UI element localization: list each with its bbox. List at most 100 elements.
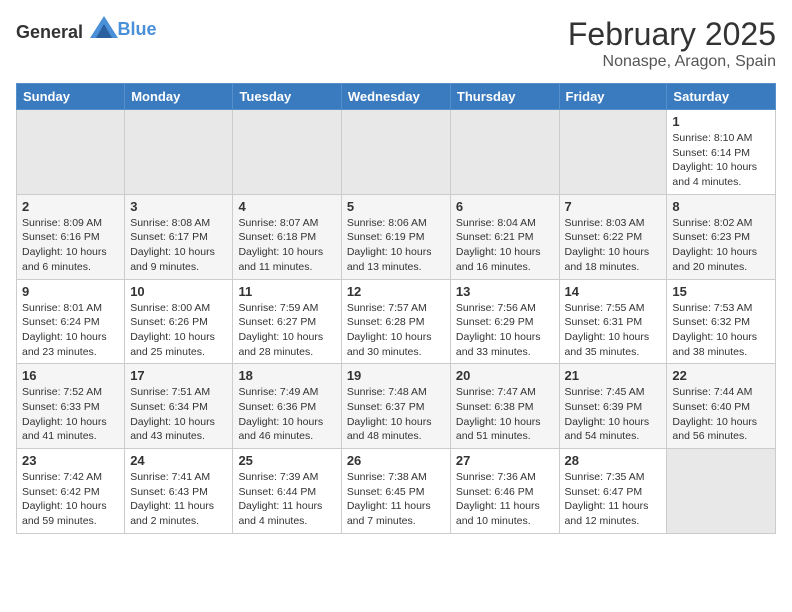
day-number: 13 (456, 284, 554, 299)
day-info: Sunrise: 8:00 AM Sunset: 6:26 PM Dayligh… (130, 301, 227, 360)
weekday-header: Saturday (667, 84, 776, 110)
day-number: 14 (565, 284, 662, 299)
day-number: 7 (565, 199, 662, 214)
calendar-cell: 21 Sunrise: 7:45 AM Sunset: 6:39 PM Dayli… (559, 364, 667, 449)
day-info: Sunrise: 7:38 AM Sunset: 6:45 PM Dayligh… (347, 470, 445, 529)
calendar-cell (559, 110, 667, 195)
calendar-cell (125, 110, 233, 195)
calendar-cell: 10 Sunrise: 8:00 AM Sunset: 6:26 PM Dayli… (125, 279, 233, 364)
day-info: Sunrise: 7:48 AM Sunset: 6:37 PM Dayligh… (347, 385, 445, 444)
logo: General Blue (16, 16, 157, 43)
calendar-cell: 1 Sunrise: 8:10 AM Sunset: 6:14 PM Daylig… (667, 110, 776, 195)
calendar-cell: 7 Sunrise: 8:03 AM Sunset: 6:22 PM Daylig… (559, 194, 667, 279)
day-number: 11 (238, 284, 335, 299)
calendar-cell: 16 Sunrise: 7:52 AM Sunset: 6:33 PM Dayli… (17, 364, 125, 449)
calendar-header-row: SundayMondayTuesdayWednesdayThursdayFrid… (17, 84, 776, 110)
logo-icon (90, 16, 118, 38)
day-info: Sunrise: 7:39 AM Sunset: 6:44 PM Dayligh… (238, 470, 335, 529)
location-subtitle: Nonaspe, Aragon, Spain (568, 53, 776, 71)
day-number: 1 (672, 114, 770, 129)
day-info: Sunrise: 7:44 AM Sunset: 6:40 PM Dayligh… (672, 385, 770, 444)
day-info: Sunrise: 7:35 AM Sunset: 6:47 PM Dayligh… (565, 470, 662, 529)
calendar-table: SundayMondayTuesdayWednesdayThursdayFrid… (16, 83, 776, 534)
calendar-cell: 8 Sunrise: 8:02 AM Sunset: 6:23 PM Daylig… (667, 194, 776, 279)
calendar-cell: 19 Sunrise: 7:48 AM Sunset: 6:37 PM Dayli… (341, 364, 450, 449)
logo-general: General (16, 22, 83, 42)
calendar-cell: 25 Sunrise: 7:39 AM Sunset: 6:44 PM Dayli… (233, 449, 341, 534)
weekday-header: Thursday (450, 84, 559, 110)
calendar-cell: 9Sunrise: 8:01 AM Sunset: 6:24 PM Daylig… (17, 279, 125, 364)
weekday-header: Sunday (17, 84, 125, 110)
calendar-cell: 20 Sunrise: 7:47 AM Sunset: 6:38 PM Dayli… (450, 364, 559, 449)
calendar-cell (667, 449, 776, 534)
calendar-cell (450, 110, 559, 195)
calendar-cell (17, 110, 125, 195)
calendar-week-row: 16 Sunrise: 7:52 AM Sunset: 6:33 PM Dayli… (17, 364, 776, 449)
day-number: 15 (672, 284, 770, 299)
title-block: February 2025 Nonaspe, Aragon, Spain (568, 16, 776, 71)
month-year-title: February 2025 (568, 16, 776, 53)
day-number: 18 (238, 368, 335, 383)
day-number: 23 (22, 453, 119, 468)
calendar-cell: 3 Sunrise: 8:08 AM Sunset: 6:17 PM Daylig… (125, 194, 233, 279)
day-number: 6 (456, 199, 554, 214)
day-number: 10 (130, 284, 227, 299)
calendar-cell: 2 Sunrise: 8:09 AM Sunset: 6:16 PM Daylig… (17, 194, 125, 279)
day-number: 22 (672, 368, 770, 383)
calendar-cell (341, 110, 450, 195)
weekday-header: Monday (125, 84, 233, 110)
day-number: 25 (238, 453, 335, 468)
day-info: Sunrise: 8:08 AM Sunset: 6:17 PM Dayligh… (130, 216, 227, 275)
day-info: Sunrise: 7:53 AM Sunset: 6:32 PM Dayligh… (672, 301, 770, 360)
day-info: Sunrise: 7:52 AM Sunset: 6:33 PM Dayligh… (22, 385, 119, 444)
day-info: Sunrise: 7:47 AM Sunset: 6:38 PM Dayligh… (456, 385, 554, 444)
calendar-week-row: 23 Sunrise: 7:42 AM Sunset: 6:42 PM Dayli… (17, 449, 776, 534)
day-number: 2 (22, 199, 119, 214)
weekday-header: Tuesday (233, 84, 341, 110)
day-number: 19 (347, 368, 445, 383)
day-number: 24 (130, 453, 227, 468)
logo-blue: Blue (118, 19, 157, 39)
calendar-week-row: 1 Sunrise: 8:10 AM Sunset: 6:14 PM Daylig… (17, 110, 776, 195)
day-info: Sunrise: 8:03 AM Sunset: 6:22 PM Dayligh… (565, 216, 662, 275)
day-info: Sunrise: 7:45 AM Sunset: 6:39 PM Dayligh… (565, 385, 662, 444)
calendar-week-row: 2 Sunrise: 8:09 AM Sunset: 6:16 PM Daylig… (17, 194, 776, 279)
weekday-header: Wednesday (341, 84, 450, 110)
day-info: Sunrise: 7:41 AM Sunset: 6:43 PM Dayligh… (130, 470, 227, 529)
calendar-cell: 13 Sunrise: 7:56 AM Sunset: 6:29 PM Dayli… (450, 279, 559, 364)
day-number: 17 (130, 368, 227, 383)
calendar-cell: 15 Sunrise: 7:53 AM Sunset: 6:32 PM Dayli… (667, 279, 776, 364)
day-info: Sunrise: 8:10 AM Sunset: 6:14 PM Dayligh… (672, 131, 770, 190)
day-number: 8 (672, 199, 770, 214)
day-info: Sunrise: 8:02 AM Sunset: 6:23 PM Dayligh… (672, 216, 770, 275)
day-number: 28 (565, 453, 662, 468)
day-info: Sunrise: 8:01 AM Sunset: 6:24 PM Dayligh… (22, 301, 119, 360)
calendar-cell: 4 Sunrise: 8:07 AM Sunset: 6:18 PM Daylig… (233, 194, 341, 279)
calendar-cell: 11Sunrise: 7:59 AM Sunset: 6:27 PM Dayli… (233, 279, 341, 364)
calendar-cell: 12 Sunrise: 7:57 AM Sunset: 6:28 PM Dayli… (341, 279, 450, 364)
day-number: 26 (347, 453, 445, 468)
day-number: 3 (130, 199, 227, 214)
calendar-cell: 18Sunrise: 7:49 AM Sunset: 6:36 PM Dayli… (233, 364, 341, 449)
day-info: Sunrise: 7:57 AM Sunset: 6:28 PM Dayligh… (347, 301, 445, 360)
day-info: Sunrise: 8:09 AM Sunset: 6:16 PM Dayligh… (22, 216, 119, 275)
calendar-cell: 27Sunrise: 7:36 AM Sunset: 6:46 PM Dayli… (450, 449, 559, 534)
day-info: Sunrise: 8:06 AM Sunset: 6:19 PM Dayligh… (347, 216, 445, 275)
day-number: 16 (22, 368, 119, 383)
page-header: General Blue February 2025 Nonaspe, Arag… (16, 16, 776, 71)
calendar-week-row: 9Sunrise: 8:01 AM Sunset: 6:24 PM Daylig… (17, 279, 776, 364)
day-info: Sunrise: 7:55 AM Sunset: 6:31 PM Dayligh… (565, 301, 662, 360)
calendar-cell: 14 Sunrise: 7:55 AM Sunset: 6:31 PM Dayli… (559, 279, 667, 364)
day-info: Sunrise: 7:42 AM Sunset: 6:42 PM Dayligh… (22, 470, 119, 529)
day-number: 21 (565, 368, 662, 383)
calendar-cell (233, 110, 341, 195)
day-number: 12 (347, 284, 445, 299)
calendar-cell: 28 Sunrise: 7:35 AM Sunset: 6:47 PM Dayli… (559, 449, 667, 534)
day-info: Sunrise: 7:56 AM Sunset: 6:29 PM Dayligh… (456, 301, 554, 360)
day-info: Sunrise: 8:07 AM Sunset: 6:18 PM Dayligh… (238, 216, 335, 275)
day-info: Sunrise: 8:04 AM Sunset: 6:21 PM Dayligh… (456, 216, 554, 275)
day-number: 4 (238, 199, 335, 214)
day-number: 20 (456, 368, 554, 383)
calendar-cell: 5Sunrise: 8:06 AM Sunset: 6:19 PM Daylig… (341, 194, 450, 279)
calendar-cell: 22 Sunrise: 7:44 AM Sunset: 6:40 PM Dayli… (667, 364, 776, 449)
